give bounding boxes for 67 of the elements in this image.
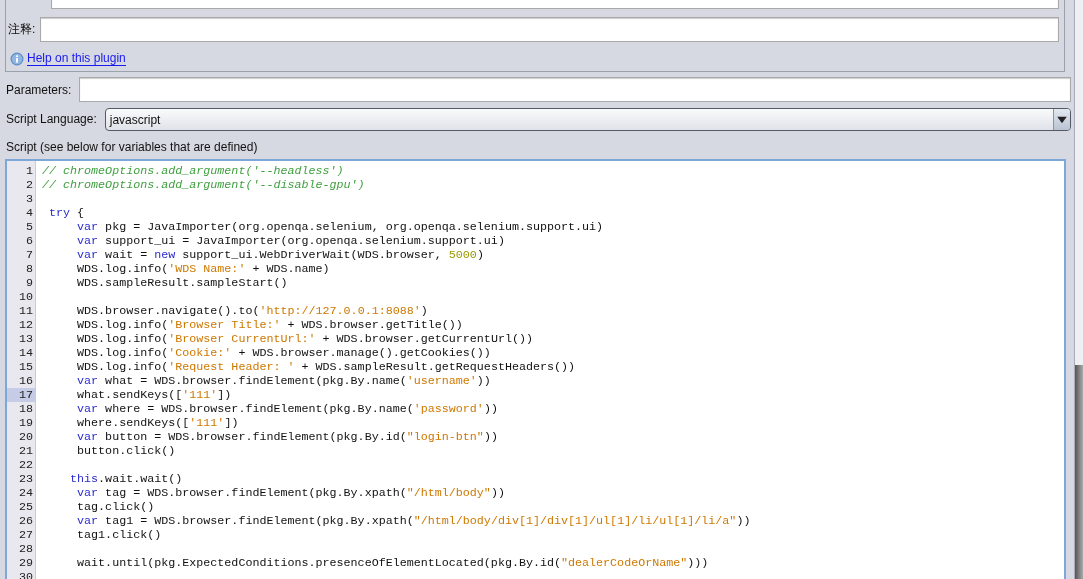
line-number: 28 [17,542,34,556]
code-line: WDS.browser.navigate().to('http://127.0.0.1:8088') [76,304,428,318]
line-number: 2 [25,178,34,192]
code-line: tag1.click() [76,528,162,542]
line-number: 27 [17,528,34,542]
code-editor[interactable] [5,159,1066,579]
comment-field[interactable] [40,17,1059,42]
code-line: what.sendKeys(['111']) [76,388,232,402]
line-number: 17 [7,388,35,402]
script-label: Script (see below for variables that are defined) [5,140,259,154]
script-language-label: Script Language: [5,112,97,126]
line-number: 9 [25,276,34,290]
code-line: where.sendKeys(['111']) [76,416,239,430]
line-number: 16 [17,374,34,388]
line-number: 5 [25,220,34,234]
line-number: 24 [17,486,34,500]
code-line: var what = WDS.browser.findElement(pkg.By.name('username')) [76,374,491,388]
code-line: WDS.log.info('Request Header: ' + WDS.sampleResult.getRequestHeaders()) [76,360,576,374]
code-line: button.click() [76,444,176,458]
line-number: 14 [17,346,34,360]
line-number: 7 [25,248,34,262]
line-number: 20 [17,430,34,444]
code-line: var tag = WDS.browser.findElement(pkg.By.xpath("/html/body")) [76,486,505,500]
line-number: 13 [17,332,34,346]
caret-icon [1053,109,1070,130]
line-number: 22 [17,458,34,472]
code-line: WDS.sampleResult.sampleStart() [76,276,288,290]
code-line: var support_ui = JavaImporter(org.openqa.selenium.support.ui) [76,234,505,248]
code-line: tag.click() [76,500,155,514]
line-number: 15 [17,360,34,374]
parameters-label: Parameters: [5,82,72,97]
line-number: 3 [25,192,34,206]
code-line: var tag1 = WDS.browser.findElement(pkg.By.xpath("/html/body/div[1]/div[1]/ul[1]/li/ul[1]/li/a")) [76,514,751,528]
help-link[interactable]: Help on this plugin [27,51,126,66]
code-line: try { [48,206,85,220]
code-line: wait.until(pkg.ExpectedConditions.presenceOfElementLocated(pkg.By.id("dealerCodeOrName"))) [76,556,709,570]
scrollbar-thumb[interactable] [1075,365,1083,579]
line-number: 6 [25,234,34,248]
code-line: // chromeOptions.add_argument('--disable-gpu') [42,178,365,192]
line-number: 10 [17,290,34,304]
code-line: WDS.log.info('Browser Title:' + WDS.browser.getTitle()) [76,318,463,332]
line-number: 23 [17,472,34,486]
line-number: 19 [17,416,34,430]
parameters-field[interactable] [79,77,1071,102]
line-number: 29 [17,556,34,570]
code-line: WDS.log.info('Cookie:' + WDS.browser.manage().getCookies()) [76,346,491,360]
code-line: var where = WDS.browser.findElement(pkg.By.name('password')) [76,402,498,416]
code-line: var wait = new support_ui.WebDriverWait(WDS.browser, 5000) [76,248,484,262]
line-number: 12 [17,318,34,332]
line-number: 8 [25,262,34,276]
code-line: var pkg = JavaImporter(org.openqa.selenium, org.openqa.selenium.support.ui) [76,220,604,234]
code-line: var button = WDS.browser.findElement(pkg.By.id("login-btn")) [76,430,498,444]
comment-label: 注释: [7,21,36,38]
code-line: this.wait.wait() [69,472,183,486]
line-number: 21 [17,444,34,458]
line-number: 4 [25,206,34,220]
scrollbar[interactable] [1074,0,1083,579]
line-number: 11 [17,304,34,318]
line-number: 25 [17,500,34,514]
code-line: WDS.log.info('Browser CurrentUrl:' + WDS.browser.getCurrentUrl()) [76,332,533,346]
line-number: 26 [17,514,34,528]
script-language-dropdown[interactable]: javascript [104,108,1071,131]
code-line: // chromeOptions.add_argument('--headless') [42,164,344,178]
line-number: 1 [25,164,34,178]
info-icon [10,51,24,66]
code-line: WDS.log.info('WDS Name:' + WDS.name) [76,262,330,276]
line-number: 18 [17,402,34,416]
